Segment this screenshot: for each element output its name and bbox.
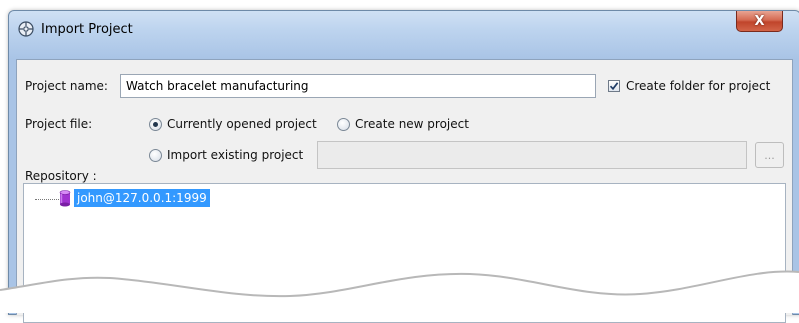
project-file-label: Project file:: [25, 117, 93, 131]
create-folder-checkbox[interactable]: [608, 80, 620, 92]
existing-project-path-input[interactable]: [317, 141, 747, 169]
torn-edge: [0, 270, 799, 313]
window-title: Import Project: [41, 22, 133, 37]
radio-currently-opened-label[interactable]: Currently opened project: [167, 117, 317, 131]
radio-create-new-label[interactable]: Create new project: [355, 117, 469, 131]
database-icon: [59, 190, 71, 207]
radio-import-existing[interactable]: [149, 149, 162, 162]
radio-currently-opened[interactable]: [149, 118, 162, 131]
project-name-input[interactable]: Watch bracelet manufacturing: [120, 74, 596, 98]
checkmark-icon: [609, 82, 619, 91]
radio-import-existing-label[interactable]: Import existing project: [167, 148, 303, 162]
tree-connector: [35, 199, 59, 200]
repository-node[interactable]: john@127.0.0.1:1999: [74, 189, 210, 207]
browse-button[interactable]: ...: [755, 142, 784, 168]
radio-create-new[interactable]: [337, 118, 350, 131]
app-logo-icon: [18, 21, 34, 37]
project-name-label: Project name:: [25, 79, 108, 93]
close-icon: X: [754, 13, 765, 29]
title-bar: Import Project X: [9, 11, 799, 45]
repository-label: Repository :: [25, 169, 97, 183]
create-folder-label: Create folder for project: [626, 79, 771, 93]
close-button[interactable]: X: [736, 11, 783, 32]
